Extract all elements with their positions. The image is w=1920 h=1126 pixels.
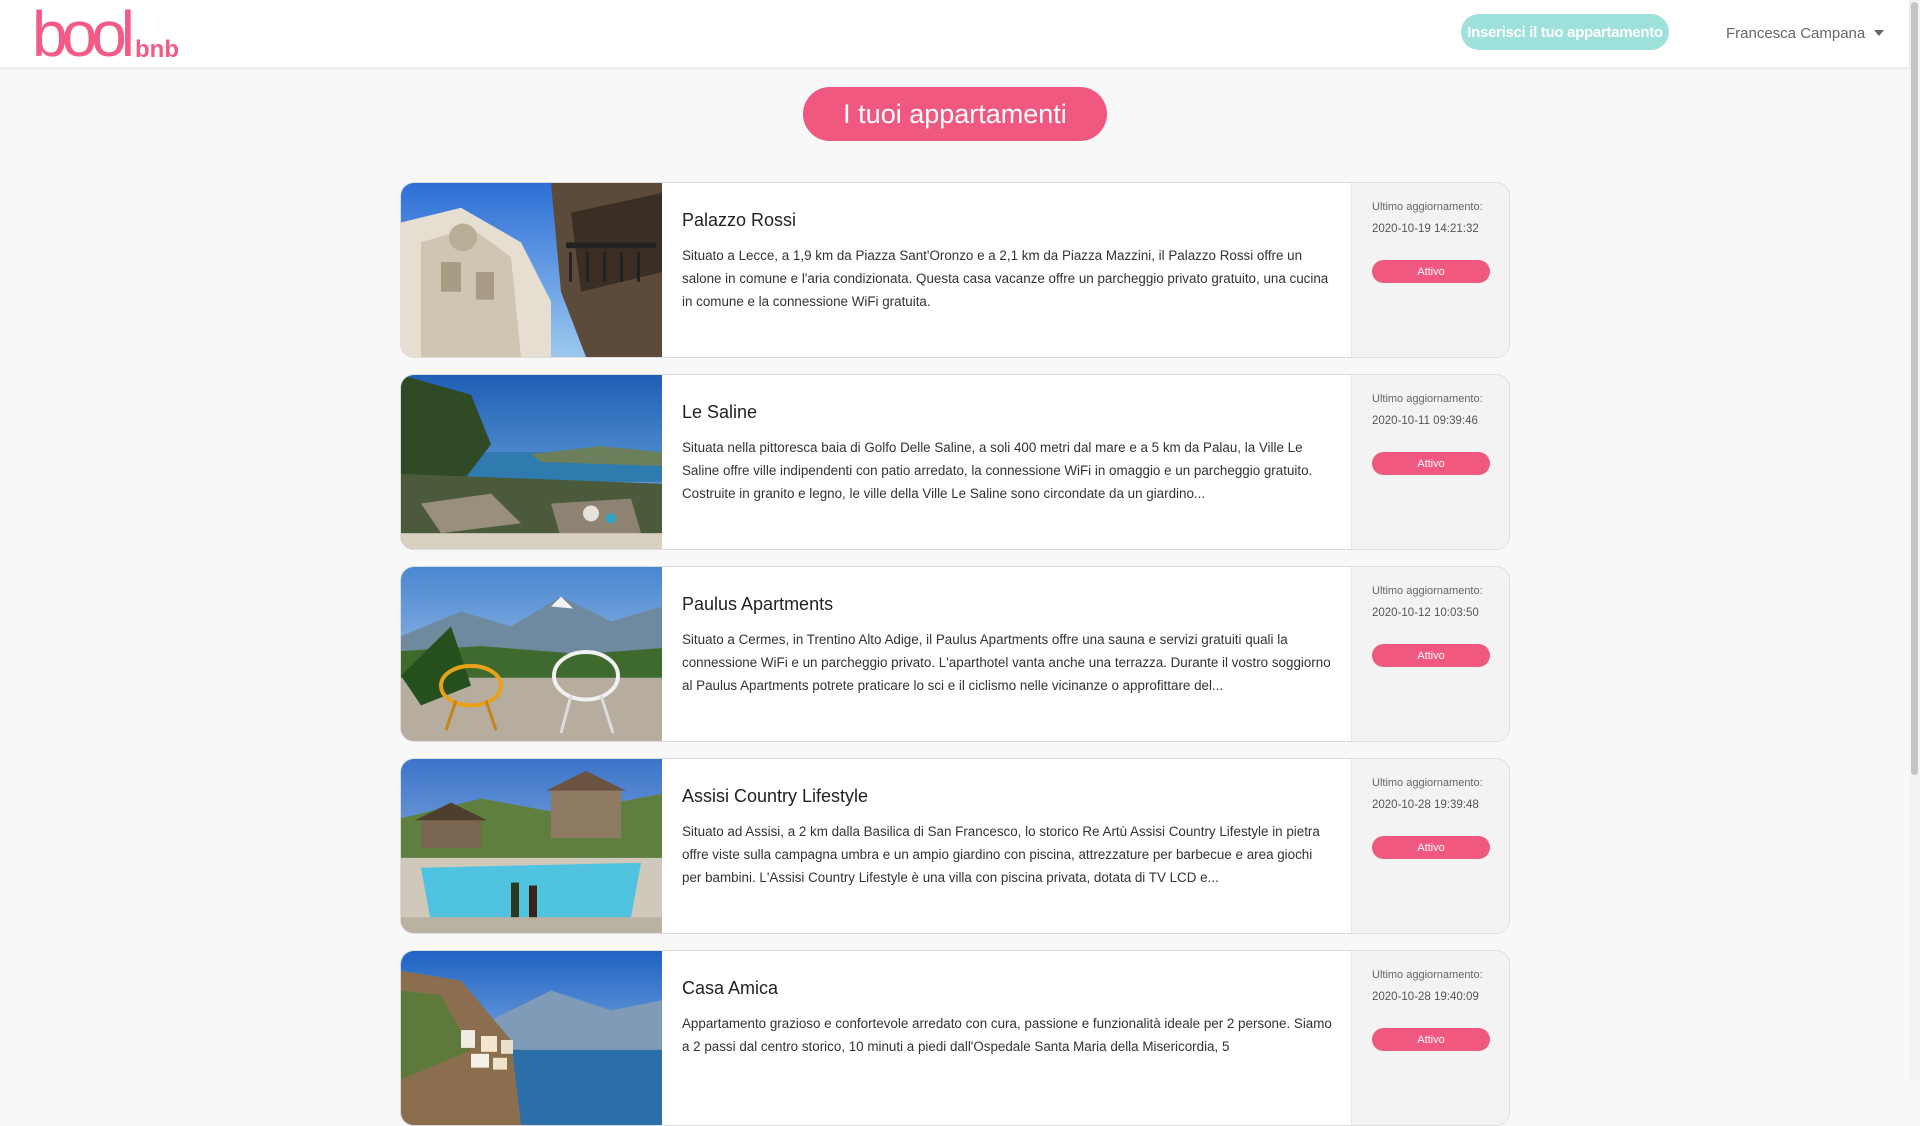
user-name: Francesca Campana: [1726, 24, 1866, 42]
apartment-card[interactable]: Paulus Apartments Situato a Cermes, in T…: [400, 566, 1510, 742]
updated-label: Ultimo aggiornamento:: [1372, 777, 1483, 789]
apartment-info: Palazzo Rossi Situato a Lecce, a 1,9 km …: [682, 183, 1454, 357]
add-apartment-button[interactable]: Inserisci il tuo appartamento: [1461, 14, 1669, 50]
updated-date: 2020-10-28 19:40:09: [1372, 991, 1479, 1003]
apartment-title[interactable]: Assisi Country Lifestyle: [682, 786, 868, 807]
apartment-photo-villa-pool[interactable]: [401, 759, 662, 933]
apartment-description: Situato a Lecce, a 1,9 km da Piazza Sant…: [682, 248, 1329, 309]
apartment-description: Appartamento grazioso e confortevole arr…: [682, 1016, 1332, 1054]
apartment-description: Situata nella pittoresca baia di Golfo D…: [682, 440, 1313, 501]
apartment-card[interactable]: Palazzo Rossi Situato a Lecce, a 1,9 km …: [400, 182, 1510, 358]
status-badge[interactable]: Attivo: [1372, 260, 1490, 283]
boolbnb-logo[interactable]: bool bnb: [32, 0, 179, 70]
apartment-card[interactable]: Assisi Country Lifestyle Situato ad Assi…: [400, 758, 1510, 934]
apartment-meta: Ultimo aggiornamento: 2020-10-28 19:40:0…: [1351, 951, 1509, 1125]
top-navbar: bool bnb Inserisci il tuo appartamento F…: [0, 0, 1909, 67]
apartment-photo-sea-terrace[interactable]: [401, 375, 662, 549]
apartment-description: Situato ad Assisi, a 2 km dalla Basilica…: [682, 824, 1320, 885]
apartment-info: Le Saline Situata nella pittoresca baia …: [682, 375, 1454, 549]
apartment-info: Assisi Country Lifestyle Situato ad Assi…: [682, 759, 1454, 933]
apartment-meta: Ultimo aggiornamento: 2020-10-19 14:21:3…: [1351, 183, 1509, 357]
status-badge[interactable]: Attivo: [1372, 452, 1490, 475]
apartment-description: Situato a Cermes, in Trentino Alto Adige…: [682, 632, 1331, 693]
updated-label: Ultimo aggiornamento:: [1372, 585, 1483, 597]
updated-date: 2020-10-28 19:39:48: [1372, 799, 1479, 811]
apartment-meta: Ultimo aggiornamento: 2020-10-12 10:03:5…: [1351, 567, 1509, 741]
apartment-meta: Ultimo aggiornamento: 2020-10-28 19:39:4…: [1351, 759, 1509, 933]
caret-down-icon: [1874, 30, 1885, 36]
updated-label: Ultimo aggiornamento:: [1372, 393, 1483, 405]
status-badge[interactable]: Attivo: [1372, 644, 1490, 667]
apartment-title[interactable]: Le Saline: [682, 402, 757, 423]
logo-mark: bool: [32, 0, 135, 70]
user-menu-dropdown[interactable]: Francesca Campana: [1726, 22, 1885, 44]
status-badge[interactable]: Attivo: [1372, 1028, 1490, 1051]
apartment-card[interactable]: Le Saline Situata nella pittoresca baia …: [400, 374, 1510, 550]
updated-date: 2020-10-19 14:21:32: [1372, 223, 1479, 235]
apartment-card[interactable]: Casa Amica Appartamento grazioso e confo…: [400, 950, 1510, 1126]
apartment-meta: Ultimo aggiornamento: 2020-10-11 09:39:4…: [1351, 375, 1509, 549]
updated-label: Ultimo aggiornamento:: [1372, 969, 1483, 981]
page-scrollbar[interactable]: [1909, 0, 1920, 1080]
page-title: I tuoi appartamenti: [803, 87, 1107, 141]
updated-label: Ultimo aggiornamento:: [1372, 201, 1483, 213]
apartment-photo-mountain-chairs[interactable]: [401, 567, 662, 741]
apartment-photo-coastal-town[interactable]: [401, 951, 662, 1125]
updated-date: 2020-10-11 09:39:46: [1372, 415, 1478, 427]
apartment-title[interactable]: Paulus Apartments: [682, 594, 833, 615]
apartment-photo-baroque-palace[interactable]: [401, 183, 662, 357]
status-badge[interactable]: Attivo: [1372, 836, 1490, 859]
apartment-info: Casa Amica Appartamento grazioso e confo…: [682, 951, 1454, 1125]
logo-sub: bnb: [135, 36, 179, 63]
updated-date: 2020-10-12 10:03:50: [1372, 607, 1479, 619]
apartment-title[interactable]: Casa Amica: [682, 978, 778, 999]
apartment-info: Paulus Apartments Situato a Cermes, in T…: [682, 567, 1454, 741]
scrollbar-thumb[interactable]: [1911, 2, 1918, 775]
apartment-title[interactable]: Palazzo Rossi: [682, 210, 796, 231]
